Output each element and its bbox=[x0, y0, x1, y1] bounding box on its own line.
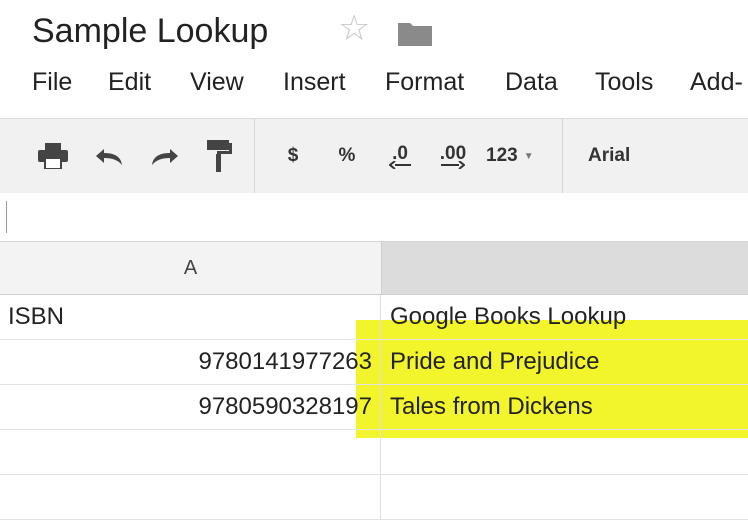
cell-a4[interactable] bbox=[0, 430, 381, 474]
cell-b3[interactable]: Tales from Dickens bbox=[382, 385, 748, 429]
print-button[interactable] bbox=[34, 141, 72, 171]
menu-tools[interactable]: Tools bbox=[595, 68, 653, 97]
cell-a1[interactable]: ISBN bbox=[0, 295, 381, 339]
column-header-b[interactable] bbox=[382, 242, 748, 294]
toolbar: $ % .0 .00 123 ▼ Arial bbox=[0, 118, 748, 194]
print-icon bbox=[38, 143, 68, 169]
folder-icon[interactable] bbox=[398, 20, 432, 46]
table-row bbox=[0, 475, 748, 520]
cell-a3[interactable]: 9780590328197 bbox=[0, 385, 381, 429]
menu-format[interactable]: Format bbox=[385, 68, 464, 97]
paint-format-button[interactable] bbox=[200, 140, 238, 172]
menu-file[interactable]: File bbox=[32, 68, 72, 97]
column-header-row: A bbox=[0, 242, 748, 295]
formula-bar[interactable] bbox=[0, 193, 748, 242]
toolbar-divider bbox=[562, 119, 563, 193]
redo-button[interactable] bbox=[146, 141, 184, 171]
cell-a5[interactable] bbox=[0, 475, 381, 519]
table-row: ISBN Google Books Lookup bbox=[0, 295, 748, 340]
table-row: 9780141977263 Pride and Prejudice bbox=[0, 340, 748, 385]
cell-b5[interactable] bbox=[382, 475, 748, 519]
paint-format-icon bbox=[207, 140, 232, 172]
menu-addons[interactable]: Add- bbox=[690, 68, 743, 97]
table-row bbox=[0, 430, 748, 475]
cell-b2[interactable]: Pride and Prejudice bbox=[382, 340, 748, 384]
menu-bar: File Edit View Insert Format Data Tools … bbox=[0, 64, 748, 104]
cell-b4[interactable] bbox=[382, 430, 748, 474]
menu-insert[interactable]: Insert bbox=[283, 68, 346, 97]
redo-icon bbox=[152, 149, 178, 165]
currency-format-button[interactable]: $ bbox=[282, 141, 304, 171]
undo-icon bbox=[96, 149, 122, 165]
percent-format-button[interactable]: % bbox=[336, 141, 358, 171]
menu-edit[interactable]: Edit bbox=[108, 68, 151, 97]
arrow-left-icon bbox=[389, 160, 411, 169]
cell-grid: ISBN Google Books Lookup 9780141977263 P… bbox=[0, 295, 748, 520]
increase-decimal-button[interactable]: .00 bbox=[432, 141, 474, 171]
undo-button[interactable] bbox=[90, 141, 128, 171]
number-format-label: 123 bbox=[486, 145, 518, 166]
cell-a2[interactable]: 9780141977263 bbox=[0, 340, 381, 384]
chevron-down-icon: ▼ bbox=[523, 150, 534, 162]
font-family-dropdown[interactable]: Arial bbox=[588, 141, 648, 171]
decrease-decimal-button[interactable]: .0 bbox=[382, 141, 418, 171]
toolbar-divider bbox=[254, 119, 255, 193]
arrow-right-icon bbox=[441, 160, 465, 169]
column-header-a[interactable]: A bbox=[0, 242, 382, 294]
table-row: 9780590328197 Tales from Dickens bbox=[0, 385, 748, 430]
document-title[interactable]: Sample Lookup bbox=[32, 12, 268, 51]
number-format-dropdown[interactable]: 123 ▼ bbox=[486, 141, 548, 171]
menu-data[interactable]: Data bbox=[505, 68, 558, 97]
star-icon[interactable]: ☆ bbox=[338, 10, 370, 46]
title-bar: Sample Lookup ☆ bbox=[0, 0, 748, 62]
formula-cursor bbox=[6, 201, 7, 233]
menu-view[interactable]: View bbox=[190, 68, 244, 97]
cell-b1[interactable]: Google Books Lookup bbox=[382, 295, 748, 339]
